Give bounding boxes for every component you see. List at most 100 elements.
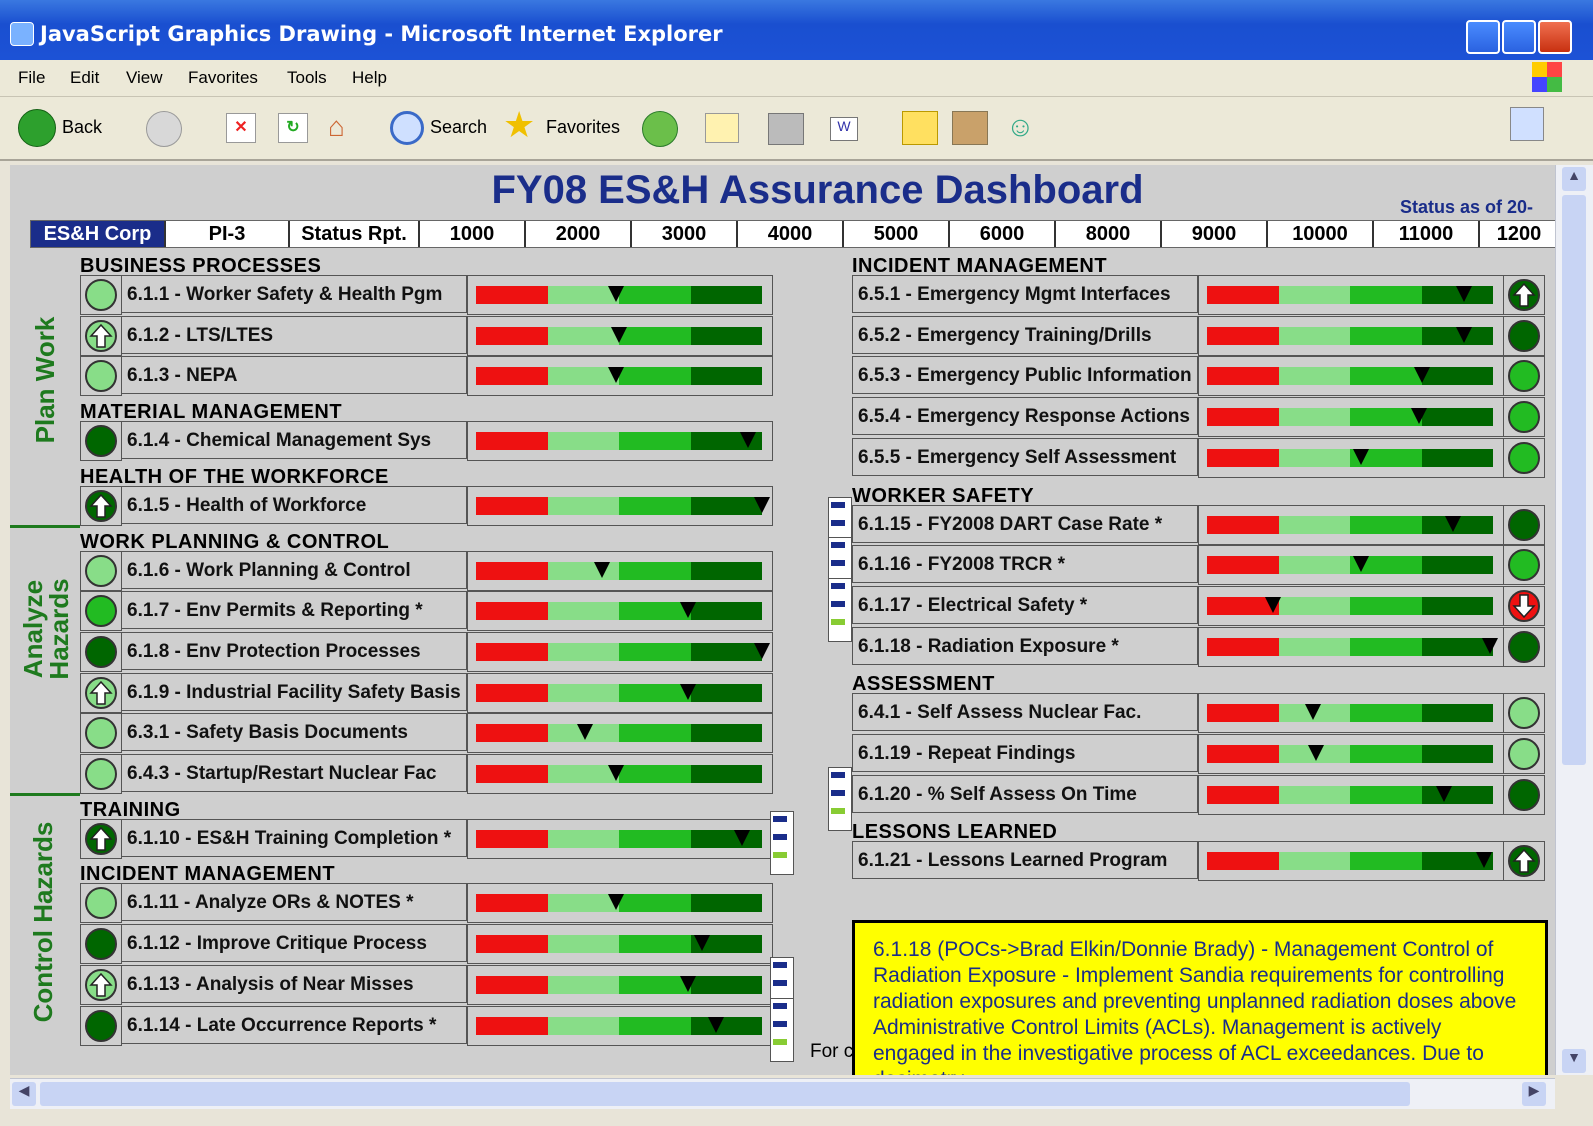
gauge-marker-icon	[754, 496, 770, 531]
gauge	[1207, 637, 1499, 656]
gauge-marker-icon	[1436, 785, 1453, 820]
refresh-icon[interactable]: ↻	[278, 113, 308, 143]
minimize-button[interactable]	[1466, 20, 1500, 54]
header-cell: 2000	[526, 221, 632, 247]
gauge	[1207, 326, 1493, 345]
status-circle-icon	[85, 595, 117, 628]
pdf-icon[interactable]	[1510, 107, 1544, 141]
favorites-button[interactable]: Favorites	[546, 117, 620, 138]
gauge-segment	[476, 1016, 548, 1035]
status-cell	[80, 1005, 122, 1046]
header-cell: 10000	[1268, 221, 1374, 247]
metric-label: 6.1.21 - Lessons Learned Program	[852, 841, 1198, 880]
status-cell	[1503, 841, 1545, 882]
horizontal-scroll-thumb[interactable]	[40, 1082, 1410, 1106]
scroll-up-icon[interactable]: ▲	[1562, 167, 1586, 191]
close-button[interactable]	[1538, 20, 1572, 54]
metric-label: 6.1.17 - Electrical Safety *	[852, 585, 1198, 624]
gauge-segment	[1350, 637, 1422, 656]
horizontal-scrollbar[interactable]: ◀ ▶	[10, 1078, 1555, 1109]
back-arrow-icon[interactable]	[18, 109, 56, 147]
gauge-segment	[476, 602, 548, 621]
gauge	[476, 326, 762, 345]
status-cell	[80, 550, 122, 591]
metric-label: 6.1.15 - FY2008 DART Case Rate *	[852, 504, 1198, 543]
scroll-left-icon[interactable]: ◀	[12, 1082, 36, 1106]
messenger-icon[interactable]: ☺	[1006, 111, 1042, 143]
menu-file[interactable]: File	[18, 68, 45, 88]
status-as-of: Status as of 20-	[1400, 197, 1534, 217]
menu-view[interactable]: View	[126, 68, 163, 88]
gauge	[476, 935, 762, 954]
gauge-segment	[1278, 326, 1350, 345]
status-cell	[1503, 315, 1545, 356]
gauge-segment	[547, 432, 619, 451]
word-icon[interactable]: W	[830, 117, 858, 141]
status-cell	[80, 818, 122, 859]
side-analyze-hazards: Analyze Hazards	[10, 529, 82, 791]
info-note: 6.1.18 (POCs->Brad Elkin/Donnie Brady) -…	[852, 920, 1548, 1075]
metric-label: 6.4.1 - Self Assess Nuclear Fac.	[852, 693, 1198, 732]
metric-label: 6.4.3 - Startup/Restart Nuclear Fac	[121, 754, 467, 792]
mail-icon[interactable]	[705, 113, 739, 143]
gauge	[1207, 556, 1493, 575]
history-icon[interactable]	[642, 111, 678, 147]
status-cell	[1503, 693, 1545, 734]
gauge-marker-icon	[739, 432, 756, 466]
menu-tools[interactable]: Tools	[287, 68, 327, 88]
home-icon[interactable]: ⌂	[328, 111, 362, 143]
vertical-scrollbar[interactable]: ▲ ▼	[1555, 165, 1593, 1075]
scroll-right-icon[interactable]: ▶	[1522, 1082, 1546, 1106]
gauge-segment	[547, 496, 619, 515]
status-cell	[1503, 275, 1545, 315]
status-up-arrow-icon	[85, 489, 117, 522]
status-cell	[80, 631, 122, 672]
star-icon[interactable]: ★	[503, 105, 535, 145]
gauge-segment	[1207, 515, 1279, 534]
search-icon[interactable]	[390, 111, 424, 145]
gauge-segment	[1207, 367, 1279, 386]
menu-edit[interactable]: Edit	[70, 68, 99, 88]
menu-help[interactable]: Help	[352, 68, 387, 88]
gauge-segment	[1207, 745, 1279, 763]
status-circle-icon	[1508, 360, 1540, 393]
flag-bar	[773, 979, 787, 986]
gauge	[476, 367, 762, 386]
maximize-button[interactable]	[1502, 20, 1536, 54]
gauge-segment	[619, 432, 691, 451]
stop-icon[interactable]: ✕	[226, 113, 256, 143]
print-icon[interactable]	[768, 113, 804, 145]
menu-favorites[interactable]: Favorites	[188, 68, 258, 88]
metric-label: 6.5.5 - Emergency Self Assessment	[852, 437, 1198, 476]
gauge-segment	[1207, 448, 1279, 467]
vertical-scroll-thumb[interactable]	[1562, 195, 1586, 765]
status-cell	[80, 421, 122, 462]
gauge	[1207, 448, 1493, 467]
gauge-segment	[690, 286, 762, 304]
gauge-segment	[547, 829, 619, 848]
status-cell	[80, 485, 122, 526]
gauge-segment	[690, 326, 762, 345]
window-title: JavaScript Graphics Drawing - Microsoft …	[40, 22, 723, 46]
metric-label: 6.1.12 - Improve Critique Process	[121, 924, 467, 963]
gauge-segment	[690, 829, 762, 848]
gauge-cell	[467, 883, 773, 924]
status-down-arrow-icon	[1508, 589, 1540, 622]
gauge-segment	[619, 894, 691, 913]
gauge-segment	[690, 894, 762, 913]
gauge-segment	[1278, 785, 1350, 804]
search-button[interactable]: Search	[430, 117, 487, 138]
note-icon[interactable]	[902, 111, 938, 145]
research-icon[interactable]	[952, 111, 988, 145]
back-button[interactable]: Back	[62, 117, 102, 138]
gauge-cell	[1198, 585, 1504, 626]
gauge-segment	[1207, 286, 1279, 304]
forward-arrow-icon[interactable]	[146, 111, 182, 147]
scroll-down-icon[interactable]: ▼	[1562, 1049, 1586, 1073]
side-separator	[10, 525, 80, 528]
gauge	[1207, 515, 1493, 534]
gauge-segment	[619, 724, 691, 743]
gauge-segment	[1350, 704, 1422, 723]
flag-bar	[831, 789, 845, 796]
gauge-segment	[1207, 326, 1279, 345]
